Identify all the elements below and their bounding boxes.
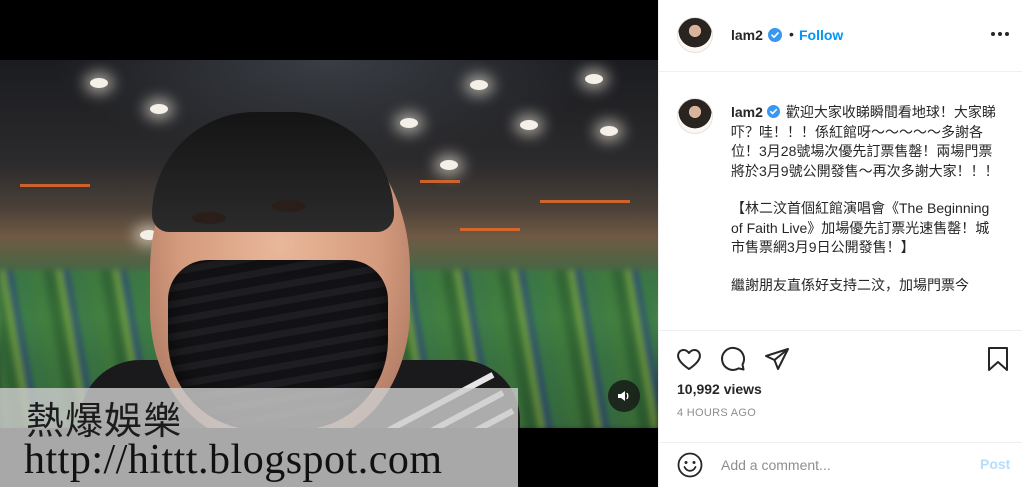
watermark-url: http://hittt.blogspot.com [24, 437, 443, 483]
bookmark-icon[interactable] [984, 345, 1012, 373]
caption-paragraph-3: 繼謝朋友直係好支持二汶，加場門票今 [731, 276, 969, 293]
caption-text: lam2 歡迎大家收睇瞬間看地球！大家睇吓？哇！！！係紅館呀～～～～～多謝各位！3… [731, 103, 1003, 313]
comment-icon[interactable] [719, 345, 747, 373]
share-icon[interactable] [763, 345, 791, 373]
more-options-icon[interactable] [989, 24, 1011, 44]
comment-bar: Post [659, 442, 1022, 488]
username-link[interactable]: lam2 [731, 27, 763, 43]
caption-area: lam2 歡迎大家收睇瞬間看地球！大家睇吓？哇！！！係紅館呀～～～～～多謝各位！3… [659, 72, 1022, 330]
caption-avatar[interactable] [677, 98, 713, 134]
avatar[interactable] [677, 17, 713, 53]
caption-username[interactable]: lam2 [731, 104, 763, 120]
left-eye [192, 212, 226, 224]
mute-button[interactable] [608, 380, 640, 412]
heart-icon[interactable] [675, 345, 703, 373]
post-timestamp[interactable]: 4 HOURS AGO [677, 407, 756, 419]
post-media: 熱爆娛樂 http://hittt.blogspot.com [0, 0, 658, 487]
comment-input[interactable] [721, 453, 961, 477]
right-eye [272, 200, 306, 212]
verified-badge-icon [766, 105, 780, 118]
post-side-panel: lam2 • Follow lam2 歡迎大家收睇瞬間看地球！大家睇吓？哇！！！係… [658, 0, 1022, 487]
view-count[interactable]: 10,992 views [677, 381, 762, 397]
speaker-icon [618, 391, 629, 401]
caption-paragraph-2: 【林二汶首個紅館演唱會《The Beginning of Faith Live》… [731, 200, 990, 255]
emoji-icon[interactable] [677, 452, 703, 478]
follow-button[interactable]: Follow [799, 27, 843, 43]
separator-dot: • [789, 26, 794, 42]
video-frame[interactable] [0, 60, 658, 428]
verified-badge-icon [768, 28, 782, 42]
post-header: lam2 • Follow [659, 0, 1022, 72]
post-actions: 10,992 views 4 HOURS AGO Post [659, 330, 1022, 487]
post-button[interactable]: Post [980, 456, 1010, 472]
